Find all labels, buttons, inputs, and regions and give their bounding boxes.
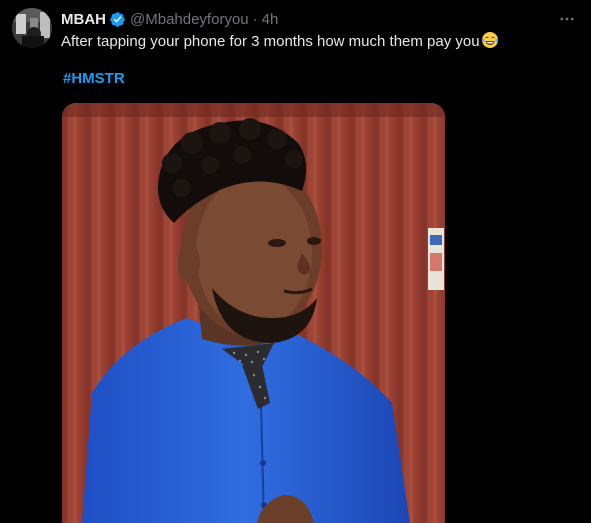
separator-dot: · bbox=[252, 10, 258, 28]
video-frame-image bbox=[62, 103, 445, 523]
author-avatar[interactable] bbox=[12, 8, 52, 48]
author-name[interactable]: MBAH bbox=[61, 11, 106, 28]
tweet-media-video[interactable] bbox=[62, 103, 445, 523]
more-options-button[interactable] bbox=[557, 9, 577, 29]
tweet-header: MBAH @Mbahdeyforyou · 4h bbox=[61, 9, 581, 29]
author-handle[interactable]: @Mbahdeyforyou bbox=[130, 11, 249, 28]
tweet-body: After tapping your phone for 3 months ho… bbox=[61, 33, 480, 50]
verified-badge-icon bbox=[109, 11, 126, 28]
hashtag-link[interactable]: #HMSTR bbox=[63, 70, 125, 87]
avatar-image bbox=[12, 8, 52, 48]
tweet-timestamp[interactable]: 4h bbox=[262, 11, 279, 28]
face-with-tears-of-joy-icon bbox=[481, 31, 499, 55]
more-dots-icon bbox=[560, 17, 574, 21]
tweet-text: After tapping your phone for 3 months ho… bbox=[61, 31, 581, 55]
